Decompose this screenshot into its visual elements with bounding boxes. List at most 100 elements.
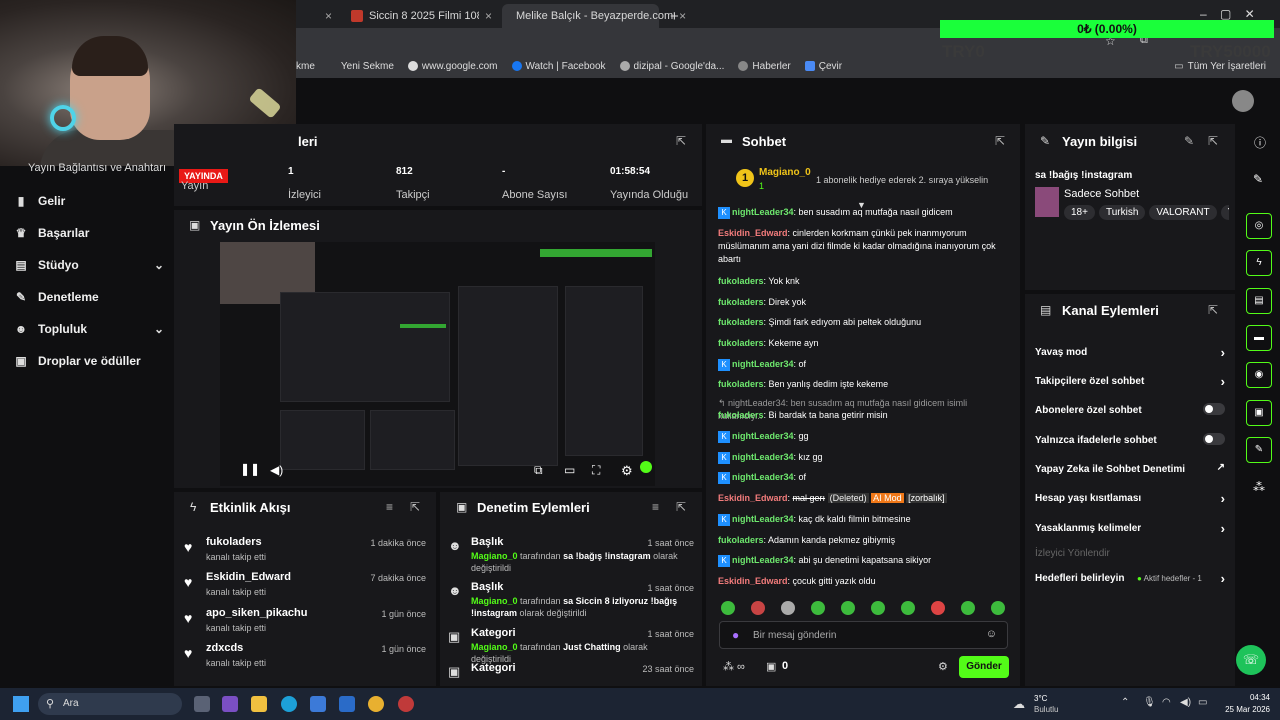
clock-time[interactable]: 04:34	[1226, 693, 1270, 702]
info-icon[interactable]: ⓘ	[1254, 134, 1266, 151]
close-tab-icon[interactable]: ×	[485, 9, 492, 23]
stream-preview[interactable]: ❚❚ ◀) ⧉ ▭ ⛶ ⚙	[220, 242, 655, 486]
support-icon[interactable]: ☏	[1236, 645, 1266, 675]
user-edit-icon: ☻	[448, 583, 462, 598]
tab-siccin[interactable]: Siccin 8 2025 Filmi 1080p Full İ ×	[343, 4, 500, 28]
popout-icon[interactable]: ⇱	[1208, 303, 1218, 317]
chat-message: fukoladers: Adamın kanda pekmez gibiymiş	[718, 535, 896, 545]
edit-icon[interactable]: ✎	[1253, 172, 1263, 186]
chat-input[interactable]: ● Bir mesaj gönderin ☺	[719, 621, 1008, 649]
emote-icon[interactable]	[871, 601, 885, 615]
bookmark-item[interactable]: Çevir	[804, 61, 842, 72]
wifi-icon[interactable]: ◠	[1162, 697, 1171, 708]
popout-icon[interactable]: ⇱	[995, 134, 1005, 148]
sidebar-item-droplar[interactable]: ▣ Droplar ve ödüller	[14, 354, 164, 368]
action-ai-moderation[interactable]: Yapay Zeka ile Sohbet Denetimi ↗	[1035, 462, 1225, 475]
chat-message: KnightLeader34: ben susadım aq mutfağa n…	[718, 206, 1008, 219]
emote-icon[interactable]	[721, 601, 735, 615]
stream-title: sa !bağış !instagram	[1035, 170, 1133, 181]
sidebar-item-gelir[interactable]: ▮ Gelir	[14, 194, 164, 208]
action-emote-only[interactable]: Yalnızca ifadelerle sohbet	[1035, 433, 1225, 446]
google-icon	[407, 61, 418, 71]
emote-icon[interactable]	[931, 601, 945, 615]
emote-icon[interactable]	[841, 601, 855, 615]
mic-icon[interactable]: 🎙︎	[1143, 697, 1156, 708]
emoji-icon[interactable]: ☺	[986, 628, 997, 640]
app-icon[interactable]	[222, 696, 238, 712]
emote-icon[interactable]	[811, 601, 825, 615]
wrench-icon[interactable]: ✎	[1246, 437, 1272, 463]
action-account-age[interactable]: Hesap yaşı kısıtlaması ›	[1035, 491, 1225, 506]
action-subscribers-only[interactable]: Abonelere özel sohbet	[1035, 403, 1225, 416]
stat-takipci: 812 Takipçi	[396, 166, 430, 201]
document-icon[interactable]: ▤	[1246, 288, 1272, 314]
sidebar-item-basarilar[interactable]: ♛ Başarılar	[14, 226, 164, 240]
users-icon[interactable]: ⁂ ∞	[723, 660, 745, 673]
bookmark-item[interactable]: Watch | Facebook	[511, 61, 606, 72]
sidebar-item-studyo[interactable]: ▤ Stüdyo ⌄	[14, 258, 164, 272]
popout-icon[interactable]: ⇱	[676, 500, 686, 514]
moderation-icon[interactable]: ▣	[1246, 400, 1272, 426]
settings-icon[interactable]: ⚙	[938, 660, 948, 673]
close-tab-icon[interactable]: ×	[325, 9, 332, 23]
avatar[interactable]	[1232, 90, 1254, 112]
bookmark-item[interactable]: Yeni Sekme	[341, 61, 394, 72]
file-explorer-icon[interactable]	[251, 696, 267, 712]
popout-icon[interactable]: ⇱	[1208, 134, 1218, 148]
emote-icon[interactable]	[991, 601, 1005, 615]
windows-start-icon[interactable]	[13, 696, 29, 712]
tab-beyazperde[interactable]: Melike Balçık - Beyazperde.com ×	[502, 4, 686, 28]
new-tab-button[interactable]: +	[662, 4, 682, 28]
fullscreen-icon[interactable]: ⛶	[592, 463, 600, 478]
window-controls[interactable]: – ▢ ✕	[1200, 7, 1255, 21]
users-icon[interactable]: ⁂	[1253, 480, 1265, 494]
mic-icon[interactable]: ●	[732, 628, 739, 642]
tray-chevron-icon[interactable]: ⌃	[1121, 697, 1129, 708]
headset-light	[50, 105, 76, 131]
pause-icon[interactable]: ❚❚	[240, 462, 260, 476]
rail-button-icon[interactable]: ◎	[1246, 213, 1272, 239]
volume-icon[interactable]: ◀)	[270, 463, 283, 477]
emote-icon[interactable]	[901, 601, 915, 615]
popout-icon[interactable]: ⇱	[676, 134, 686, 148]
bookmark-item[interactable]: Haberler	[738, 61, 791, 72]
stat-izleyici: 1 İzleyici	[288, 166, 322, 201]
emote-icon[interactable]	[751, 601, 765, 615]
chrome-icon[interactable]	[368, 696, 384, 712]
volume-icon[interactable]: ◀)	[1180, 697, 1191, 708]
action-banned-words[interactable]: Yasaklanmış kelimeler ›	[1035, 521, 1225, 536]
taskbar-search[interactable]: ⚲ Ara	[38, 693, 182, 715]
filter-icon[interactable]: ≡	[386, 500, 393, 514]
bookmark-item[interactable]: kme	[296, 61, 315, 72]
bookmark-item[interactable]: dizipal - Google'da...	[619, 61, 724, 72]
lightning-icon[interactable]: ϟ	[1246, 250, 1272, 276]
emote-icon[interactable]	[961, 601, 975, 615]
edit-icon[interactable]: ✎	[1184, 134, 1194, 148]
chat-bubble-icon[interactable]: ▬	[1246, 325, 1272, 351]
popout-icon[interactable]: ⇱	[410, 500, 420, 514]
tab-partial[interactable]: ×	[296, 4, 340, 28]
gift-box-icon[interactable]: ▣	[766, 660, 776, 673]
broadcast-icon[interactable]: ◉	[1246, 362, 1272, 388]
emote-icon[interactable]	[781, 601, 795, 615]
mail-icon[interactable]	[339, 696, 355, 712]
pinned-user[interactable]: Magiano_0	[759, 167, 811, 178]
filter-icon[interactable]: ≡	[652, 500, 659, 514]
pip-icon[interactable]: ⧉	[534, 463, 543, 478]
all-bookmarks[interactable]: ▭ Tüm Yer İşaretleri	[1174, 61, 1266, 72]
settings-icon[interactable]: ⚙	[621, 463, 633, 479]
send-button[interactable]: Gönder	[959, 656, 1009, 678]
app-icon[interactable]	[398, 696, 414, 712]
sidebar-item-topluluk[interactable]: ☻ Topluluk ⌄	[14, 322, 164, 336]
bookmark-item[interactable]: www.google.com	[407, 61, 498, 72]
action-set-goals[interactable]: Hedefleri belirleyin ● Aktif hedefler - …	[1035, 571, 1225, 586]
store-icon[interactable]	[310, 696, 326, 712]
theater-icon[interactable]: ▭	[564, 463, 575, 477]
task-view-icon[interactable]	[194, 696, 210, 712]
sidebar-item-denetleme[interactable]: ✎ Denetleme	[14, 290, 164, 304]
action-slow-mode[interactable]: Yavaş mod ›	[1035, 345, 1225, 360]
clock-date[interactable]: 25 Mar 2026	[1206, 705, 1270, 714]
stream-key-link[interactable]: Yayın Bağlantısı ve Anahtarı	[28, 162, 166, 174]
edge-icon[interactable]	[281, 696, 297, 712]
action-followers-only[interactable]: Takipçilere özel sohbet ›	[1035, 374, 1225, 389]
